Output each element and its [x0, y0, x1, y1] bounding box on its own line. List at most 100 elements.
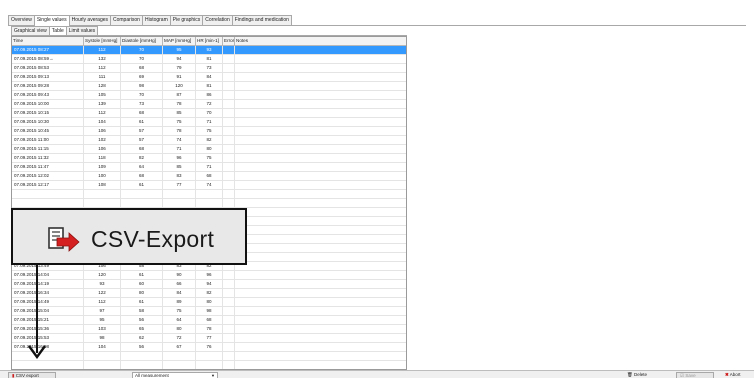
column-header-error[interactable]: Error	[223, 37, 235, 45]
tab-pie-graphics[interactable]: Pie graphics	[169, 15, 204, 25]
cell-map: 91	[163, 73, 196, 81]
table-row[interactable]: 07.09.2015 08:27 112 70 95 93	[12, 46, 406, 55]
cell-map: 85	[163, 163, 196, 171]
cell-systole	[84, 361, 121, 369]
measurements-table[interactable]: Time Systole [mmHg] Diastole [mmHg] MAP …	[11, 36, 407, 370]
cell-map: 75	[163, 118, 196, 126]
cell-time: 07.09.2015 11:00	[12, 136, 84, 144]
cell-map: 84	[163, 289, 196, 297]
table-row[interactable]: 07.09.2015 10:45 106 57 78 75	[12, 127, 406, 136]
table-row[interactable]: 07.09.2015 16:34 122 80 84 82	[12, 289, 406, 298]
tab-histogram[interactable]: Histogram	[141, 15, 171, 25]
tab-single-values[interactable]: Single values	[33, 15, 70, 26]
cell-systole: 105	[84, 91, 121, 99]
cell-map: 78	[163, 100, 196, 108]
cell-hr: 71	[196, 163, 223, 171]
cell-time: 07.09.2015 14:04	[12, 271, 84, 279]
cell-time: 07.09.2015 14:19	[12, 280, 84, 288]
table-row[interactable]	[12, 190, 406, 199]
save-button[interactable]: ☑ Save	[676, 372, 714, 378]
cell-map: 83	[163, 172, 196, 180]
table-row[interactable]: 07.09.2015 11:15 106 68 71 80	[12, 145, 406, 154]
pointer-arrow-shaft	[36, 265, 38, 353]
table-row[interactable]: 07.09.2015 14:49 112 61 89 80	[12, 298, 406, 307]
cell-diastole: 65	[121, 325, 163, 333]
table-row[interactable]: 07.09.2015 12:02 100 68 83 68	[12, 172, 406, 181]
cell-hr: 72	[196, 100, 223, 108]
cell-notes	[235, 325, 406, 333]
table-row[interactable]: 07.09.2015 10:15 112 68 85 70	[12, 109, 406, 118]
table-row[interactable]: 07.09.2015 16:08 104 56 67 76	[12, 343, 406, 352]
table-row[interactable]: 07.09.2015 15:53 98 62 72 77	[12, 334, 406, 343]
cell-hr: 96	[196, 271, 223, 279]
table-row[interactable]: 07.09.2015 14:04 120 61 90 96	[12, 271, 406, 280]
delete-button[interactable]: 🗑 Delete	[624, 372, 660, 378]
cell-error	[223, 100, 235, 108]
cell-map: 79	[163, 64, 196, 72]
cell-diastole	[121, 352, 163, 360]
abort-button[interactable]: ✖ Abort	[722, 372, 752, 378]
cell-time: 07.09.2015 10:45	[12, 127, 84, 135]
table-row[interactable]: 07.09.2015 11:00 102 57 74 82	[12, 136, 406, 145]
cell-notes	[235, 262, 406, 270]
chevron-down-icon: ▼	[211, 373, 215, 378]
column-header-notes[interactable]: Notes	[235, 37, 406, 45]
tab-graphical-view[interactable]: Graphical view	[11, 26, 50, 35]
cell-notes	[235, 343, 406, 351]
cell-diastole: 82	[121, 154, 163, 162]
table-row[interactable]: 07.09.2015 08:59→ 132 70 94 81	[12, 55, 406, 64]
cell-diastole: 61	[121, 271, 163, 279]
column-header-hr[interactable]: HR [min-1]	[196, 37, 223, 45]
cell-diastole: 68	[121, 109, 163, 117]
cell-hr: 70	[196, 109, 223, 117]
cell-hr: 68	[196, 172, 223, 180]
csv-export-button[interactable]: ▮ CSV export	[8, 372, 56, 378]
table-row[interactable]: 07.09.2015 10:00 139 73 78 72	[12, 100, 406, 109]
table-row[interactable]: 07.09.2015 09:28 128 98 120 81	[12, 82, 406, 91]
column-header-map[interactable]: MAP [mmHg]	[163, 37, 196, 45]
cell-map: 120	[163, 82, 196, 90]
tab-findings-medication[interactable]: Findings and medication	[231, 15, 292, 25]
column-header-systole[interactable]: Systole [mmHg]	[84, 37, 121, 45]
cell-diastole: 61	[121, 181, 163, 189]
table-row[interactable]: 07.09.2015 09:13 111 69 91 84	[12, 73, 406, 82]
column-header-diastole[interactable]: Diastole [mmHg]	[121, 37, 163, 45]
cell-notes	[235, 298, 406, 306]
table-row[interactable]: 07.09.2015 15:04 97 58 75 98	[12, 307, 406, 316]
cell-notes	[235, 46, 406, 54]
tab-table[interactable]: Table	[48, 26, 67, 35]
table-row[interactable]: 07.09.2015 14:19 93 60 66 94	[12, 280, 406, 289]
cell-notes	[235, 244, 406, 252]
table-row[interactable]	[12, 352, 406, 361]
tab-correlation[interactable]: Correlation	[202, 15, 233, 25]
cell-map	[163, 361, 196, 369]
table-row[interactable]: 07.09.2015 12:17 108 61 77 74	[12, 181, 406, 190]
cell-diastole: 56	[121, 316, 163, 324]
csv-export-icon: ▮	[12, 373, 15, 378]
abort-button-label: Abort	[729, 372, 741, 377]
table-row[interactable]: 07.09.2015 09:43 105 70 87 86	[12, 91, 406, 100]
cell-notes	[235, 136, 406, 144]
cell-diastole: 70	[121, 46, 163, 54]
tab-overview[interactable]: Overview	[8, 15, 35, 25]
tab-limit-values[interactable]: Limit values	[65, 26, 99, 35]
cell-hr: 93	[196, 46, 223, 54]
tab-hourly-averages[interactable]: Hourly averages	[68, 15, 111, 25]
measurement-filter-dropdown[interactable]: All measurement ▼	[132, 372, 218, 378]
tab-comparison[interactable]: Comparison	[110, 15, 143, 25]
table-row[interactable]: 07.09.2015 15:36 103 65 80 78	[12, 325, 406, 334]
save-button-label: Save	[685, 373, 696, 378]
table-row[interactable]: 07.09.2015 08:53 112 68 79 73	[12, 64, 406, 73]
table-row[interactable]	[12, 199, 406, 208]
table-row[interactable]: 07.09.2015 10:30 104 61 75 71	[12, 118, 406, 127]
column-header-time[interactable]: Time	[12, 37, 84, 45]
cell-systole: 97	[84, 307, 121, 315]
cell-notes	[235, 190, 406, 198]
table-row[interactable]: 07.09.2015 11:32 118 82 96 75	[12, 154, 406, 163]
table-row[interactable]	[12, 361, 406, 369]
cell-time	[12, 199, 84, 207]
table-row[interactable]: 07.09.2015 11:47 109 64 85 71	[12, 163, 406, 172]
cell-map: 80	[163, 325, 196, 333]
cell-hr: 74	[196, 181, 223, 189]
table-row[interactable]: 07.09.2015 15:21 95 56 64 68	[12, 316, 406, 325]
